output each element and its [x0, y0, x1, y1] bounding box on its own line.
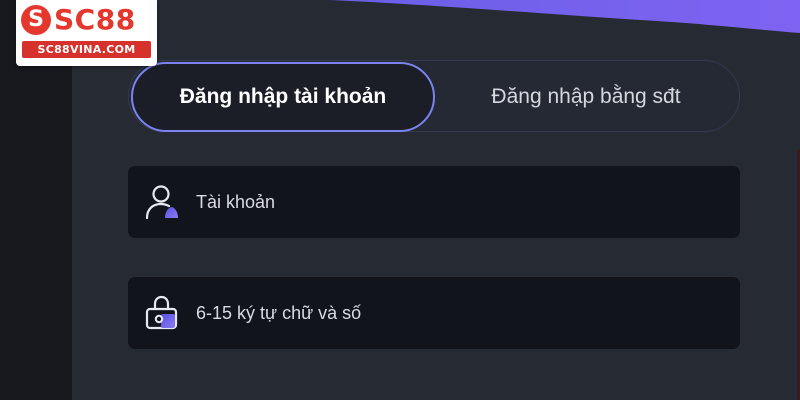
login-screen: S SC88 SC88VINA.COM Đăng nhập tài khoản … [0, 0, 800, 400]
tab-account-login[interactable]: Đăng nhập tài khoản [131, 62, 435, 132]
username-input[interactable] [196, 166, 716, 238]
tab-phone-login[interactable]: Đăng nhập bằng sđt [436, 62, 736, 132]
logo-mark: S [28, 7, 44, 32]
lock-icon [145, 295, 178, 330]
logo-mark-circle: S [21, 5, 51, 35]
brand-logo[interactable]: S SC88 SC88VINA.COM [16, 0, 157, 66]
user-icon [145, 185, 178, 220]
password-field[interactable] [128, 277, 740, 349]
logo-text: SC88 [54, 3, 136, 36]
logo-domain: SC88VINA.COM [22, 41, 151, 58]
username-field[interactable] [128, 166, 740, 238]
password-input[interactable] [196, 277, 716, 349]
